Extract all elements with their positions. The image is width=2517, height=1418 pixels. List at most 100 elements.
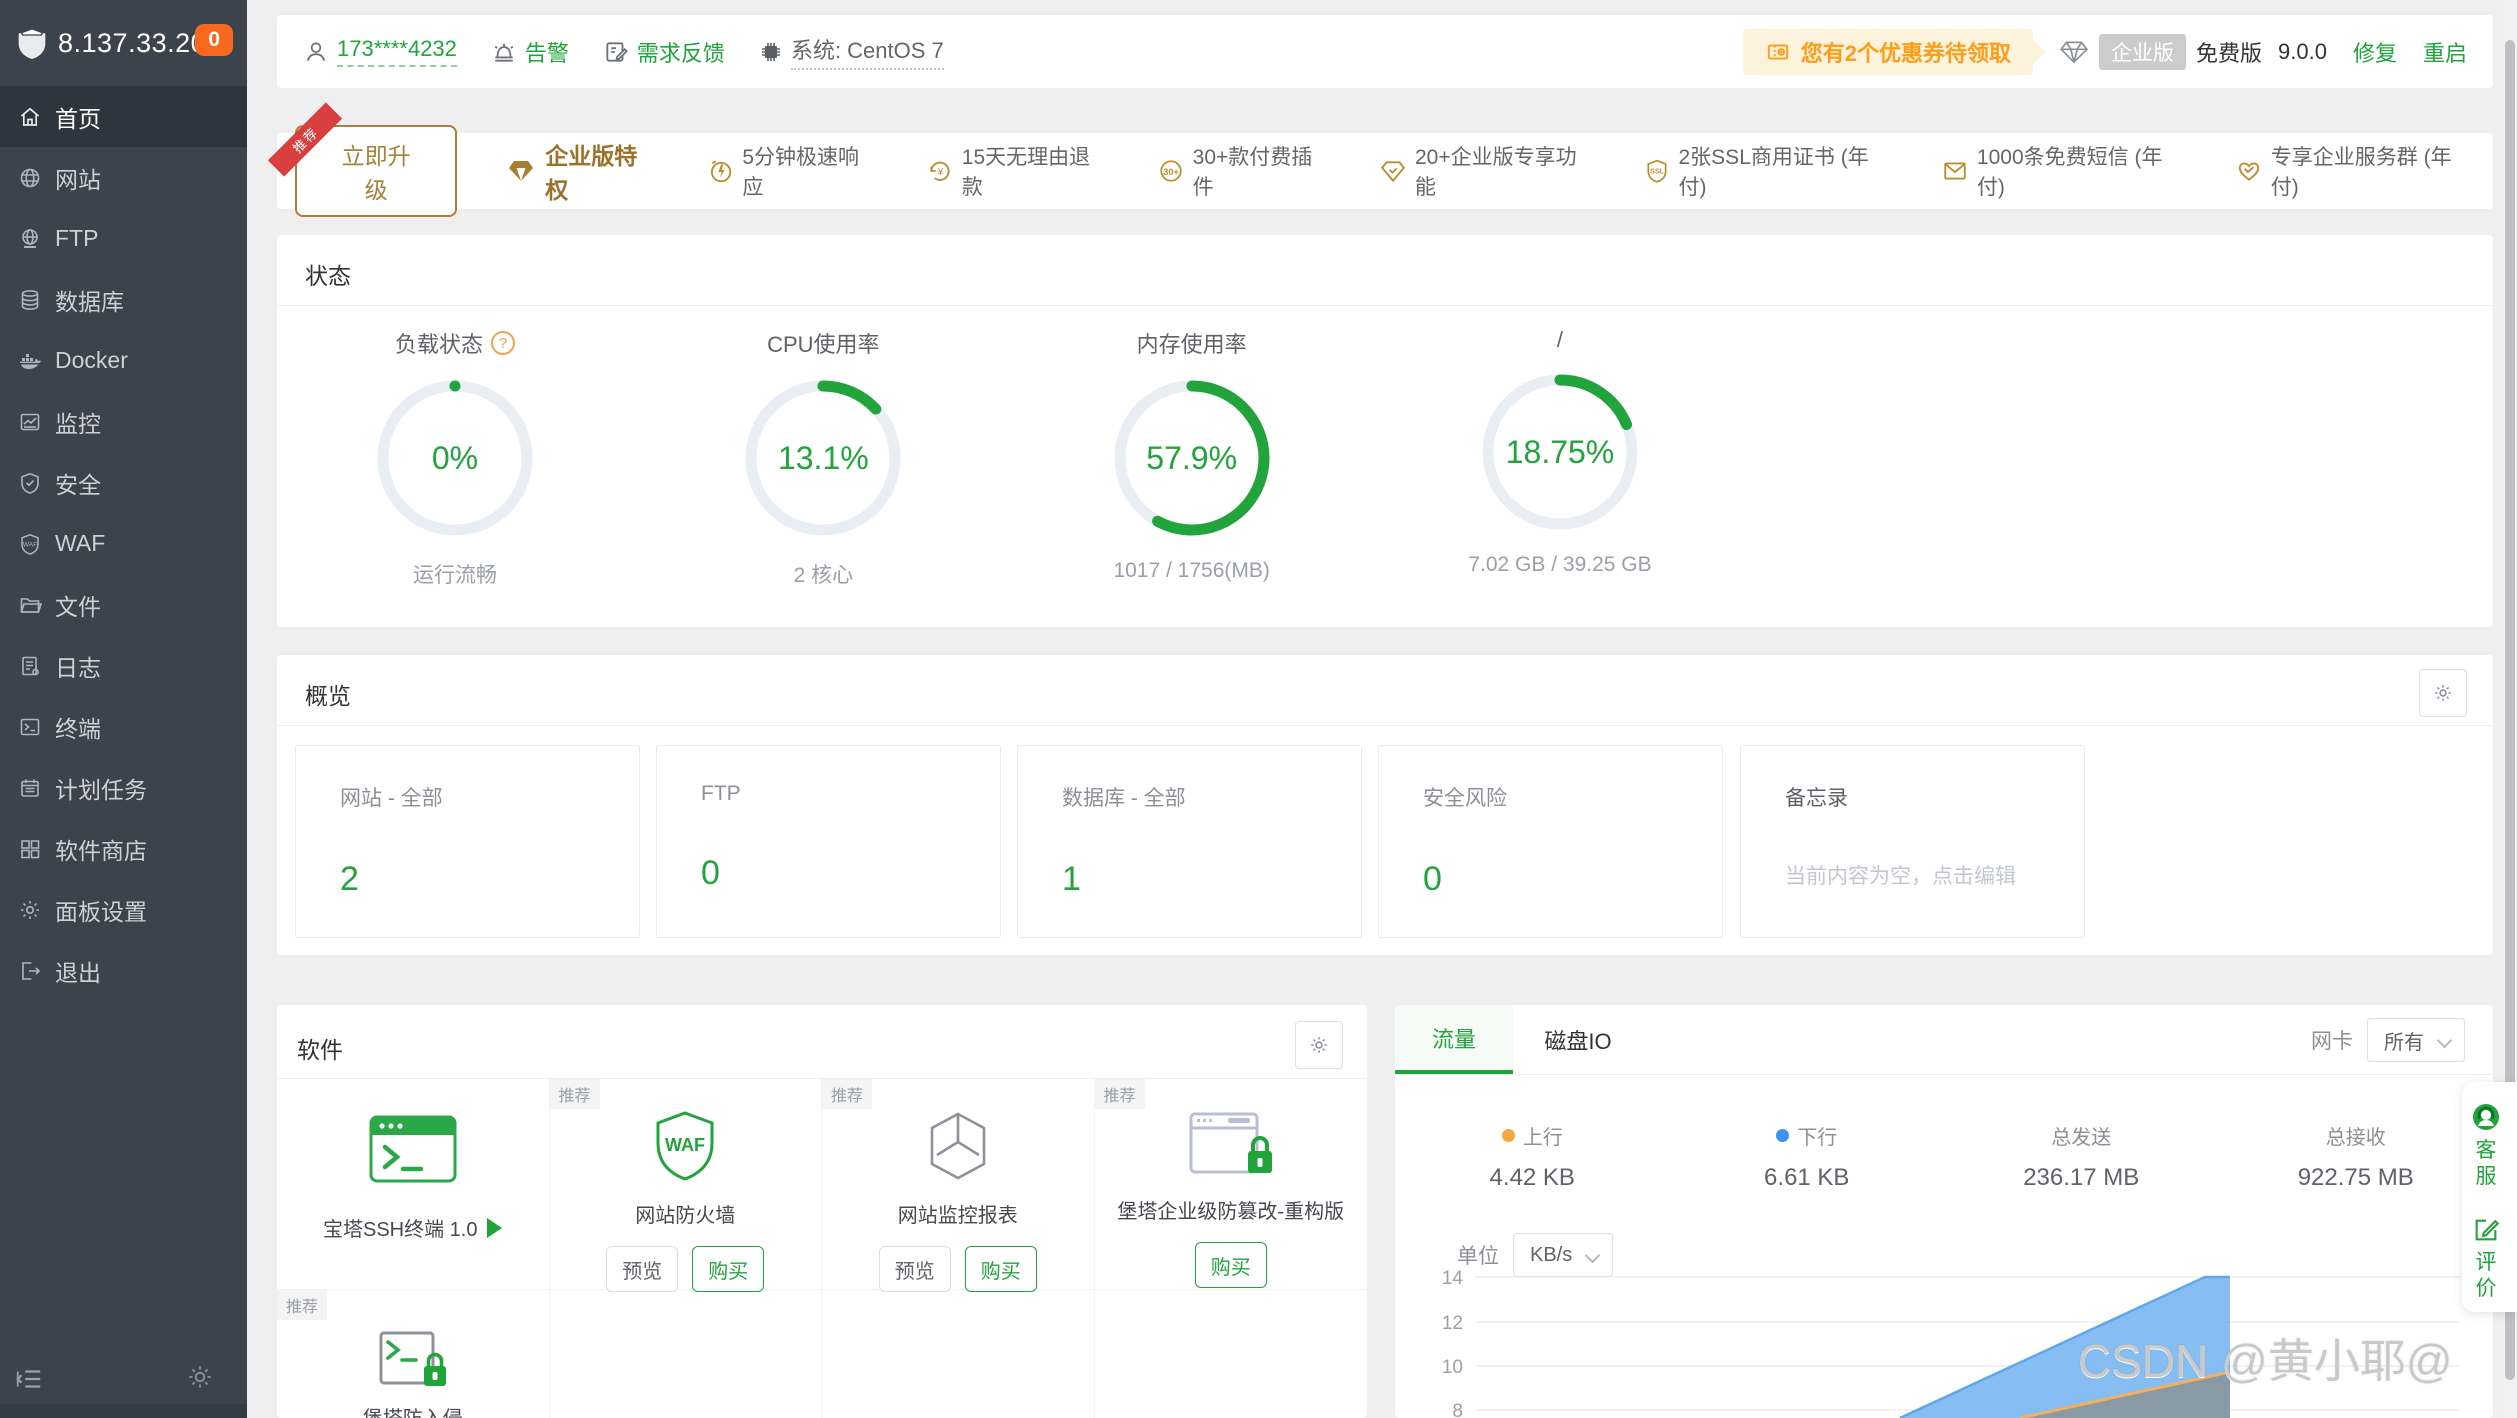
edition-group: 企业版 免费版 9.0.0	[2059, 33, 2327, 70]
overview-card-ftp[interactable]: FTP 0	[656, 745, 1001, 938]
buy-button[interactable]: 购买	[1194, 1242, 1267, 1288]
feature-service-group: 专享企业服务群 (年付)	[2236, 141, 2475, 201]
sidebar-item-security[interactable]: 安全	[0, 452, 247, 513]
gauge-load[interactable]: 负载状态 ? 0% 运行流畅	[305, 327, 605, 589]
disk-sub: 7.02 GB / 39.25 GB	[1468, 553, 1652, 576]
sidebar-item-logs[interactable]: 日志	[0, 635, 247, 696]
cpu-sub: 2 核心	[793, 564, 854, 587]
gauge-disk-root[interactable]: / 18.75% 7.02 GB / 39.25 GB	[1410, 327, 1710, 589]
message-count-badge[interactable]: 0	[195, 24, 233, 56]
panel-shield-logo-icon	[16, 25, 48, 61]
status-title: 状态	[305, 263, 351, 289]
preview-button[interactable]: 预览	[606, 1246, 679, 1292]
account-number[interactable]: 173****4232	[337, 36, 457, 67]
gear-icon	[1308, 1034, 1330, 1056]
sidebar-item-database[interactable]: 数据库	[0, 269, 247, 330]
upgrade-now-button[interactable]: 推荐 立即升级	[267, 102, 458, 217]
restart-link[interactable]: 重启	[2423, 36, 2467, 68]
svg-text:SSL: SSL	[1650, 169, 1664, 176]
software-settings-button[interactable]	[1295, 1021, 1343, 1069]
sidebar-gear-icon[interactable]	[185, 1362, 215, 1392]
header-left: 173****4232 告警 需求反馈 系统: CentOS 7	[303, 33, 944, 70]
floating-side-widget: 客服 评价	[2462, 1082, 2517, 1312]
system-cpu-icon	[759, 40, 783, 64]
databases-count: 1	[1062, 860, 1081, 898]
feedback-item[interactable]: 需求反馈	[603, 36, 725, 68]
memo-placeholder[interactable]: 当前内容为空，点击编辑	[1785, 860, 2084, 890]
edition-current: 免费版	[2196, 40, 2263, 66]
memory-value: 57.9%	[1146, 439, 1238, 476]
server-header[interactable]: 8.137.33.207 0	[0, 0, 247, 86]
software-card-intrusion-prevention[interactable]: 推荐 堡塔防入侵	[277, 1290, 550, 1418]
software-empty-cell	[550, 1290, 822, 1418]
sidebar-item-cron[interactable]: 计划任务	[0, 757, 247, 818]
alarm-item[interactable]: 告警	[491, 36, 569, 68]
edition-pro-badge[interactable]: 企业版	[2099, 33, 2187, 70]
sidebar-item-appstore[interactable]: 软件商店	[0, 818, 247, 879]
bt-panel-dashboard: 8.137.33.207 0 首页 网站 FTP 数据库 Docker 监控 安…	[0, 0, 2517, 1418]
memory-sub: 1017 / 1756(MB)	[1113, 559, 1270, 582]
cpu-value: 13.1%	[777, 439, 869, 476]
overview-title: 概览	[305, 683, 351, 709]
divider	[277, 725, 2493, 726]
sidebar-item-terminal[interactable]: 终端	[0, 696, 247, 757]
buy-button[interactable]: 购买	[964, 1246, 1037, 1292]
header-right: 您有2个优惠券待领取 企业版 免费版 9.0.0 修复 重启	[1742, 28, 2467, 75]
user-icon	[303, 39, 329, 65]
repair-link[interactable]: 修复	[2353, 36, 2397, 68]
monitor-chart-icon	[18, 410, 42, 434]
feature-plugins: 30+ 30+款付费插件	[1158, 141, 1330, 201]
system-item[interactable]: 系统: CentOS 7	[759, 33, 944, 70]
ytick-8: 8	[1452, 1401, 1463, 1418]
svg-text:30+: 30+	[1163, 167, 1179, 177]
sidebar-item-ftp[interactable]: FTP	[0, 208, 247, 269]
overview-card-memo[interactable]: 备忘录 当前内容为空，点击编辑	[1740, 745, 2085, 938]
sidebar-item-files[interactable]: 文件	[0, 574, 247, 635]
preview-button[interactable]: 预览	[878, 1246, 951, 1292]
ssl-shield-icon: SSL	[1644, 158, 1670, 184]
recommend-ribbon: 推荐	[267, 102, 343, 177]
refund-icon: ¥	[927, 158, 953, 184]
sidebar-item-logout[interactable]: 退出	[0, 940, 247, 1001]
collapse-sidebar-icon[interactable]	[14, 1364, 44, 1394]
log-file-icon	[18, 654, 42, 678]
gauges-row: 负载状态 ? 0% 运行流畅 CPU使用率 13.1% 2 核心 内存使用率 5…	[305, 327, 1710, 589]
software-title: 软件	[297, 1037, 343, 1063]
coupon-banner[interactable]: 您有2个优惠券待领取	[1742, 28, 2034, 75]
panel-version: 9.0.0	[2278, 38, 2327, 64]
top-header-bar: 173****4232 告警 需求反馈 系统: CentOS 7 您有2个优惠券…	[277, 15, 2493, 88]
account-item[interactable]: 173****4232	[303, 36, 457, 67]
sidebar-item-website[interactable]: 网站	[0, 147, 247, 208]
play-icon[interactable]	[487, 1217, 503, 1238]
disk-value: 18.75%	[1505, 433, 1615, 470]
review-edit-icon	[2472, 1216, 2500, 1244]
feedback-label[interactable]: 需求反馈	[637, 36, 725, 68]
software-card-tamper-proof[interactable]: 推荐 堡塔企业级防篡改-重构版 购买	[1094, 1079, 1367, 1290]
software-card-waf[interactable]: 推荐 WAF 网站防火墙 预览 购买	[549, 1079, 822, 1292]
sidebar-item-waf[interactable]: WAF WAF	[0, 513, 247, 574]
review-button[interactable]: 评价	[2462, 1216, 2510, 1302]
gear-icon	[2432, 682, 2454, 704]
sidebar-item-monitor[interactable]: 监控	[0, 391, 247, 452]
overview-settings-button[interactable]	[2419, 669, 2467, 717]
sidebar-item-home[interactable]: 首页	[0, 86, 247, 147]
overview-card-databases[interactable]: 数据库 - 全部 1	[1017, 745, 1362, 938]
gauge-cpu[interactable]: CPU使用率 13.1% 2 核心	[673, 327, 973, 589]
sidebar-item-settings[interactable]: 面板设置	[0, 879, 247, 940]
customer-service-button[interactable]: 客服	[2462, 1102, 2510, 1190]
gauge-memory[interactable]: 内存使用率 57.9% 1017 / 1756(MB)	[1042, 327, 1342, 589]
alarm-label[interactable]: 告警	[525, 36, 569, 68]
gold-diamond-icon	[507, 159, 535, 183]
traffic-area-chart[interactable]: 14 12 10 8	[1395, 1005, 2493, 1418]
help-question-icon[interactable]: ?	[491, 331, 515, 355]
mail-icon	[1942, 158, 1968, 184]
system-os-label[interactable]: 系统: CentOS 7	[790, 33, 944, 70]
overview-card-websites[interactable]: 网站 - 全部 2	[295, 745, 640, 938]
software-card-monitor-report[interactable]: 推荐 网站监控报表 预览 购买	[822, 1079, 1095, 1292]
sidebar-item-docker[interactable]: Docker	[0, 330, 247, 391]
load-value: 0%	[431, 439, 479, 476]
ftp-globe-icon	[18, 227, 42, 251]
overview-card-security-risk[interactable]: 安全风险 0	[1378, 745, 1723, 938]
software-card-ssh-terminal[interactable]: 宝塔SSH终端 1.0	[277, 1079, 550, 1290]
buy-button[interactable]: 购买	[692, 1246, 765, 1292]
